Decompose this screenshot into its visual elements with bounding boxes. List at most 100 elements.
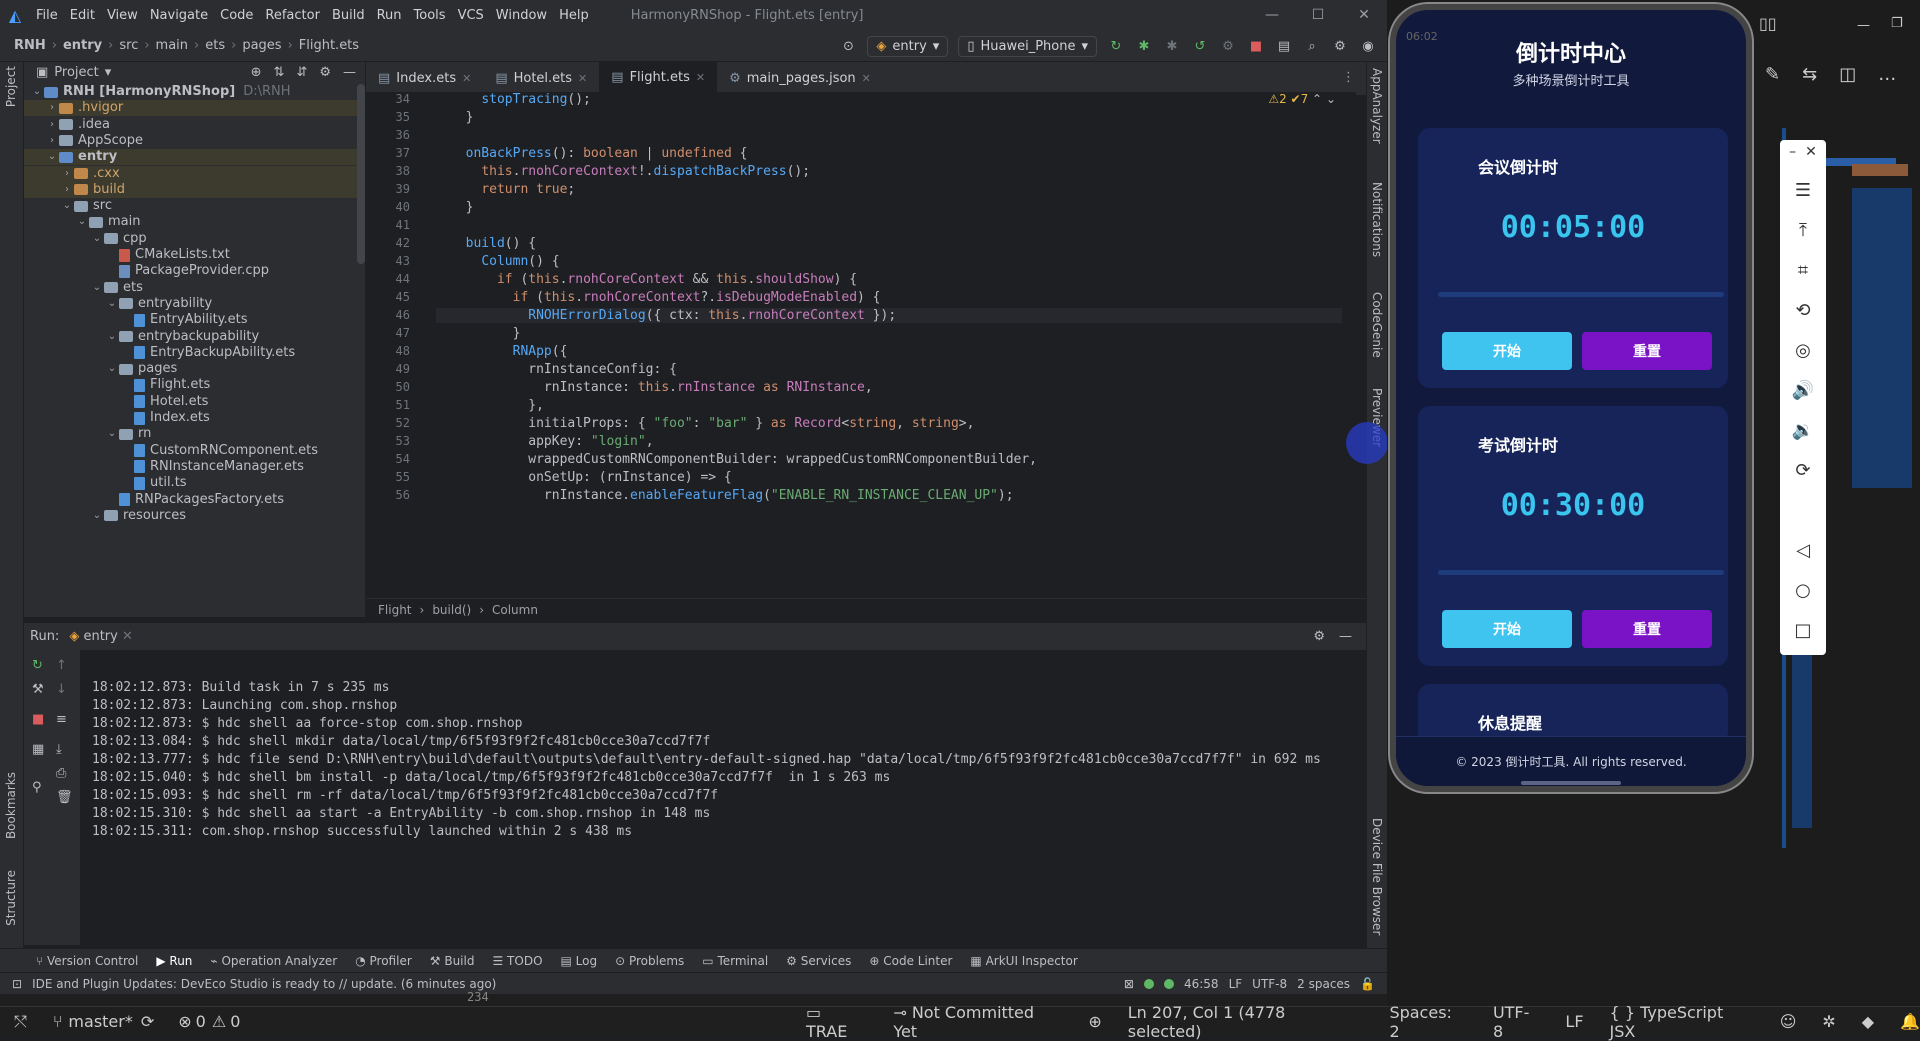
tree-item[interactable]: util.ts — [24, 475, 358, 491]
bell-icon[interactable]: 🔔 — [1900, 1012, 1920, 1031]
target-icon[interactable]: ⊙ — [839, 37, 857, 55]
maximize-icon[interactable]: ☐ — [1295, 0, 1341, 30]
layout-icon[interactable]: ▦ — [32, 742, 44, 757]
nav-crumb-item[interactable]: Flight.ets — [299, 38, 359, 53]
stop-icon[interactable]: ■ — [1247, 37, 1265, 55]
chevron-down-icon[interactable]: ⌄ — [75, 214, 89, 230]
cursor-position[interactable]: 46:58 — [1184, 977, 1219, 991]
edit-icon[interactable]: ✎ — [1765, 64, 1780, 85]
close-icon[interactable]: ✕ — [862, 72, 871, 85]
close-icon[interactable]: ✕ — [1341, 0, 1387, 30]
copilot-icon[interactable]: ☺ — [1780, 1012, 1797, 1031]
code-line[interactable]: initialProps: { "foo": "bar" } as Record… — [450, 416, 974, 431]
menu-item-tools[interactable]: Tools — [414, 8, 446, 23]
rerun-icon[interactable]: ↻ — [1107, 37, 1125, 55]
settings-icon[interactable]: ⚙ — [1313, 629, 1325, 644]
minimize-icon[interactable]: — — [1249, 0, 1295, 30]
project-tool-tab[interactable]: Project — [4, 66, 18, 107]
tree-item[interactable]: ⌄ src — [24, 198, 358, 214]
tree-item[interactable]: ⌄ resources — [24, 508, 358, 524]
tree-item[interactable]: RNPackagesFactory.ets — [24, 492, 358, 508]
account-icon[interactable]: ◉ — [1359, 37, 1377, 55]
chevron-down-icon[interactable]: ⌄ — [1326, 92, 1336, 106]
editor-crumb-item[interactable]: build() — [432, 603, 471, 617]
chevron-down-icon[interactable]: ⌄ — [105, 361, 119, 377]
tree-item[interactable]: Index.ets — [24, 410, 358, 426]
split-view-icon[interactable]: ▯▯ — [1759, 14, 1777, 33]
tree-item[interactable]: › .hvigor — [24, 100, 358, 117]
bottom-tab-arkui-inspector[interactable]: ▦ ArkUI Inspector — [970, 954, 1077, 968]
bottom-tab-todo[interactable]: ☰ TODO — [492, 954, 542, 968]
lock-icon[interactable]: 🔓 — [1360, 977, 1375, 991]
tree-item[interactable]: EntryBackupAbility.ets — [24, 345, 358, 361]
apply-changes-icon[interactable]: ↺ — [1191, 37, 1209, 55]
project-panel-title[interactable]: Project — [54, 65, 98, 80]
menu-item-navigate[interactable]: Navigate — [150, 8, 208, 23]
git-branch[interactable]: master* — [68, 1012, 132, 1031]
chevron-down-icon[interactable]: ⌄ — [105, 329, 119, 345]
code-line[interactable]: Column() { — [450, 254, 559, 269]
minimize-icon[interactable]: — — [1857, 18, 1870, 33]
file-encoding[interactable]: UTF-8 — [1252, 977, 1287, 991]
tree-item[interactable]: › .cxx — [24, 165, 358, 182]
recents-icon[interactable]: □ — [1780, 620, 1826, 641]
tree-item[interactable]: Flight.ets — [24, 377, 358, 393]
code-line[interactable]: build() { — [450, 236, 536, 251]
nav-crumb-item[interactable]: main — [156, 38, 188, 53]
chevron-down-icon[interactable]: ⌄ — [45, 149, 59, 165]
menu-item-edit[interactable]: Edit — [70, 8, 95, 23]
menu-item-build[interactable]: Build — [332, 8, 365, 23]
chevron-up-icon[interactable]: ⌃ — [1312, 92, 1322, 106]
editor-tab[interactable]: ▤ Flight.ets ✕ — [599, 62, 718, 95]
editor-crumb-item[interactable]: Column — [492, 603, 538, 617]
code-line[interactable]: RNOHErrorDialog({ ctx: this.rnohCoreCont… — [436, 308, 1342, 323]
zoom-icon[interactable]: ⊕ — [1088, 1012, 1101, 1031]
close-icon[interactable]: ✕ — [696, 71, 705, 84]
chevron-down-icon[interactable]: ⌄ — [30, 84, 44, 100]
tree-item[interactable]: Hotel.ets — [24, 394, 358, 410]
tree-item[interactable]: › build — [24, 181, 358, 198]
profile-icon[interactable]: ⚙ — [1219, 37, 1237, 55]
sync-icon[interactable]: ⟳ — [141, 1012, 154, 1031]
tree-item[interactable]: › AppScope — [24, 133, 358, 149]
bottom-tab-build[interactable]: ⚒ Build — [430, 954, 475, 968]
bottom-tab-problems[interactable]: ⊙ Problems — [615, 954, 684, 968]
code-line[interactable]: rnInstanceConfig: { — [450, 362, 677, 377]
soft-wrap-icon[interactable]: ≡ — [56, 712, 67, 727]
code-line[interactable]: this.rnohCoreContext!.dispatchBackPress(… — [450, 164, 810, 179]
nav-crumb-item[interactable]: entry — [63, 38, 102, 53]
editor-tab[interactable]: ▤ Index.ets ✕ — [366, 62, 483, 95]
notifications-tool-tab[interactable]: Notifications — [1370, 182, 1384, 257]
scroll-down-icon[interactable]: ↓ — [56, 682, 67, 697]
chevron-right-icon[interactable]: › — [60, 166, 74, 182]
close-icon[interactable]: ✕ — [578, 72, 587, 85]
device-manager-icon[interactable]: ▤ — [1275, 37, 1293, 55]
start-button[interactable]: 开始 — [1442, 610, 1572, 648]
fold-icon[interactable]: ⟳ — [1780, 460, 1826, 481]
tree-item[interactable]: ⌄ entryability — [24, 296, 358, 312]
chevron-down-icon[interactable]: ▾ — [105, 65, 112, 80]
tree-item[interactable]: ⌄ rn — [24, 426, 358, 442]
editor-tab[interactable]: ▤ Hotel.ets ✕ — [483, 62, 599, 95]
warning-count[interactable]: 0 — [230, 1012, 240, 1031]
code-line[interactable]: } — [450, 326, 521, 341]
compare-icon[interactable]: ⇆ — [1802, 64, 1817, 85]
inspection-widget[interactable]: ⚠2 ✔7 ⌃ ⌄ — [1268, 92, 1336, 106]
more-icon[interactable]: … — [1878, 64, 1896, 85]
close-icon[interactable]: ✕ — [462, 72, 471, 85]
bottom-tab-profiler[interactable]: ◔ Profiler — [355, 954, 412, 968]
locate-icon[interactable]: ⊕ — [251, 65, 262, 80]
scroll-to-end-icon[interactable]: ⤓ — [56, 742, 62, 757]
start-button[interactable]: 开始 — [1442, 332, 1572, 370]
trash-icon[interactable]: 🗑 — [56, 790, 73, 805]
chevron-down-icon[interactable]: ⌄ — [90, 508, 104, 524]
tree-item[interactable]: › .idea — [24, 117, 358, 133]
back-icon[interactable]: ◁ — [1780, 540, 1826, 561]
code-line[interactable]: } — [450, 110, 474, 125]
tree-item[interactable]: CustomRNComponent.ets — [24, 443, 358, 459]
print-icon[interactable]: ⎙ — [56, 766, 66, 781]
crop-icon[interactable]: ⌗ — [1780, 260, 1826, 281]
menu-item-file[interactable]: File — [36, 8, 58, 23]
reset-button[interactable]: 重置 — [1582, 332, 1712, 370]
settings-icon[interactable]: ⚙ — [319, 65, 331, 80]
